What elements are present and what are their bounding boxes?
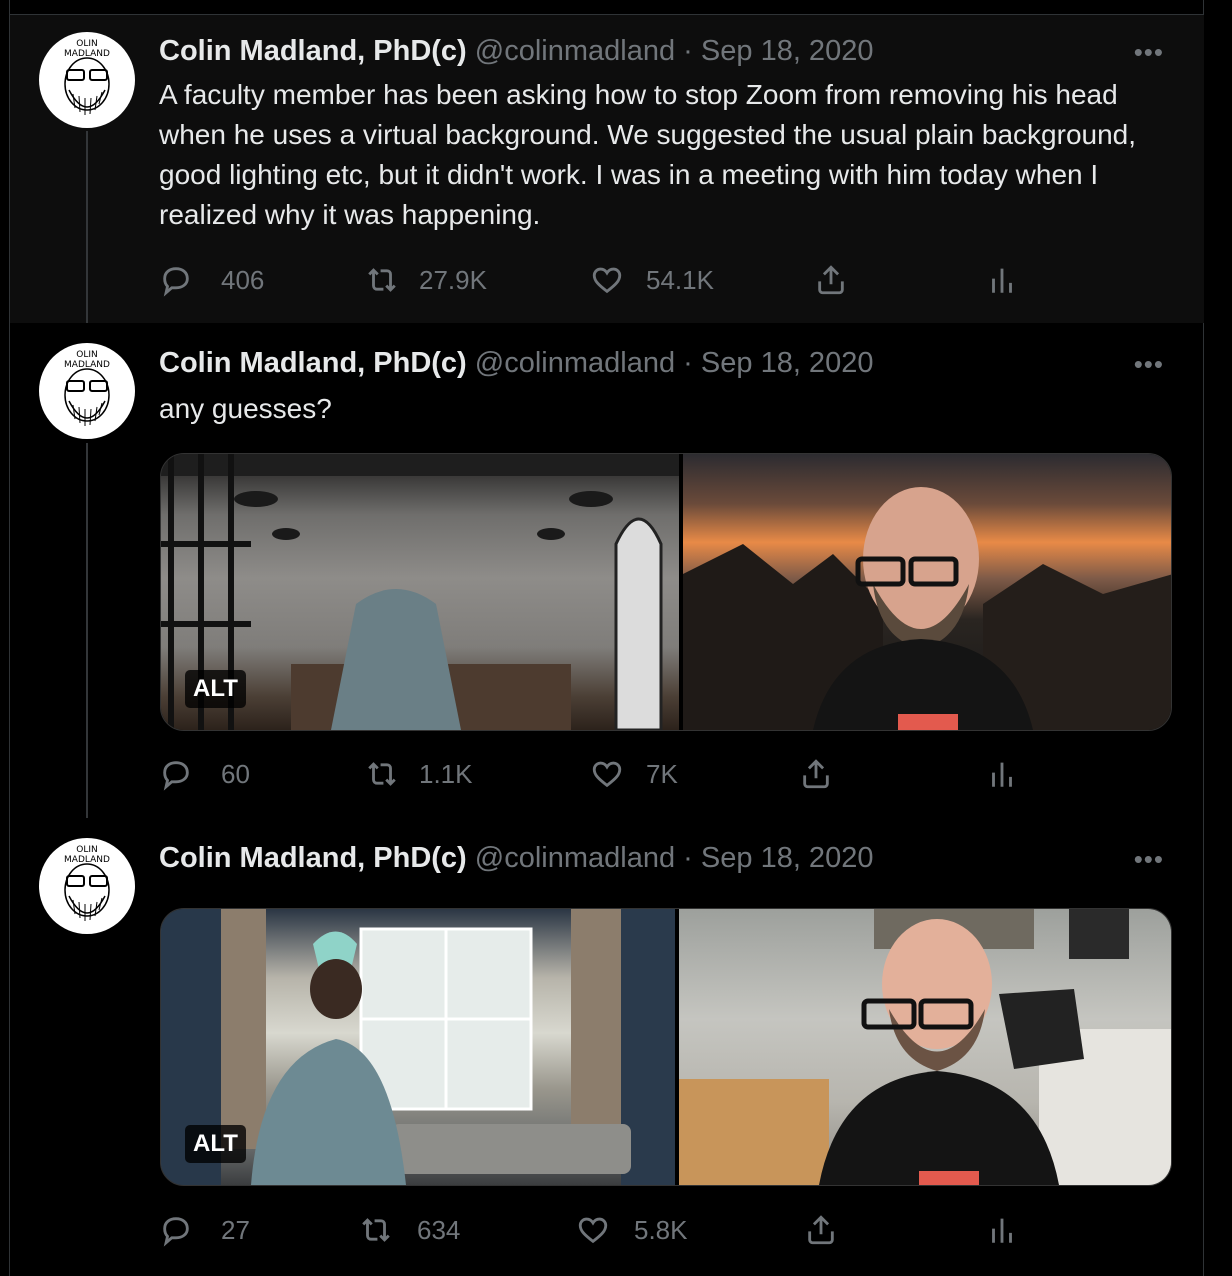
like-button[interactable]: 54.1K (590, 260, 714, 300)
reply-count: 27 (221, 1214, 250, 1245)
tweet-header: Colin Madland, PhD(c) @colinmadland · Se… (159, 842, 873, 875)
zoom-screenshot-colin-room[interactable] (679, 909, 1171, 1185)
zoom-screenshot-faculty[interactable]: ALT (161, 909, 679, 1185)
tweet-text: any guesses? (159, 393, 332, 424)
share-button[interactable] (804, 1210, 838, 1250)
author-handle[interactable]: @colinmadland (475, 35, 675, 67)
analytics-icon (992, 762, 1012, 787)
avatar[interactable]: OLIN MADLAND (39, 32, 135, 128)
more-icon[interactable]: ••• (1134, 844, 1164, 875)
like-icon (592, 267, 622, 294)
svg-text:OLIN: OLIN (76, 350, 98, 360)
avatar[interactable]: OLIN MADLAND (39, 343, 135, 439)
action-bar: 60 1.1K 7K (159, 754, 1059, 794)
thread-line (86, 443, 88, 818)
separator-dot: · (683, 347, 693, 379)
share-icon (818, 265, 844, 295)
like-icon (578, 1217, 608, 1244)
share-icon (808, 1215, 834, 1245)
tweet-date[interactable]: Sep 18, 2020 (701, 347, 874, 379)
analytics-button[interactable] (985, 1210, 1019, 1250)
analytics-button[interactable] (985, 754, 1019, 794)
retweet-icon (368, 268, 396, 292)
zoom-screenshot-colin[interactable] (683, 454, 1171, 730)
person-room-illustration (679, 909, 1171, 1185)
share-button[interactable] (799, 754, 833, 794)
thread-line (86, 131, 88, 323)
avatar-drawing: OLIN MADLAND (64, 845, 110, 921)
avatar[interactable]: OLIN MADLAND (39, 838, 135, 934)
retweet-button[interactable]: 1.1K (365, 754, 473, 794)
svg-text:OLIN: OLIN (76, 39, 98, 49)
tweet-header: Colin Madland, PhD(c) @colinmadland · Se… (159, 347, 873, 380)
analytics-icon (992, 1218, 1012, 1243)
like-count: 54.1K (646, 264, 714, 295)
like-icon (592, 761, 622, 788)
zoom-screenshot-room[interactable]: ALT (161, 454, 683, 730)
like-button[interactable]: 5.8K (576, 1210, 688, 1250)
tweet-3[interactable]: OLIN MADLAND Colin Madland, PhD(c) @coli… (10, 818, 1204, 1276)
person-illustration (683, 487, 1171, 730)
tweet-date[interactable]: Sep 18, 2020 (701, 35, 874, 67)
avatar-drawing: OLIN MADLAND (64, 39, 110, 115)
media-grid[interactable]: ALT (160, 908, 1172, 1186)
svg-text:OLIN: OLIN (76, 845, 98, 855)
tweet-1[interactable]: OLIN MADLAND Colin Madland, PhD(c) @coli… (10, 15, 1204, 323)
retweet-icon (362, 1218, 390, 1242)
retweet-icon (368, 762, 396, 786)
tweet-2[interactable]: OLIN MADLAND Colin Madland, PhD(c) @coli… (10, 323, 1204, 818)
reply-button[interactable]: 406 (159, 260, 264, 300)
share-icon (803, 759, 829, 789)
media-grid[interactable]: ALT (160, 453, 1172, 731)
analytics-button[interactable] (985, 260, 1019, 300)
analytics-icon (992, 268, 1012, 293)
retweet-count: 27.9K (419, 264, 487, 295)
reply-icon (163, 267, 189, 297)
separator-dot: · (683, 842, 693, 874)
retweet-button[interactable]: 27.9K (365, 260, 487, 300)
tweet-header: Colin Madland, PhD(c) @colinmadland · Se… (159, 35, 873, 68)
retweet-count: 634 (417, 1214, 461, 1245)
alt-badge[interactable]: ALT (185, 1125, 246, 1163)
separator-dot: · (683, 35, 693, 67)
reply-icon (163, 761, 189, 791)
more-icon[interactable]: ••• (1134, 37, 1164, 68)
action-bar: 406 27.9K 54.1K (159, 260, 1059, 300)
alt-badge[interactable]: ALT (185, 670, 246, 708)
timeline: OLIN MADLAND Colin Madland, PhD(c) @coli… (0, 0, 1232, 1276)
author-name[interactable]: Colin Madland, PhD(c) (159, 35, 467, 67)
author-name[interactable]: Colin Madland, PhD(c) (159, 842, 467, 874)
reply-button[interactable]: 27 (159, 1210, 250, 1250)
author-name[interactable]: Colin Madland, PhD(c) (159, 347, 467, 379)
reply-count: 406 (221, 264, 265, 295)
reply-icon (163, 1217, 189, 1247)
tweet-text: A faculty member has been asking how to … (159, 79, 1137, 230)
like-count: 7K (646, 758, 678, 789)
author-handle[interactable]: @colinmadland (475, 347, 675, 379)
reply-button[interactable]: 60 (159, 754, 250, 794)
share-button[interactable] (814, 260, 848, 300)
reply-count: 60 (221, 758, 250, 789)
tweet-date[interactable]: Sep 18, 2020 (701, 842, 874, 874)
retweet-button[interactable]: 634 (359, 1210, 460, 1250)
avatar-drawing: OLIN MADLAND (64, 350, 110, 426)
like-count: 5.8K (634, 1214, 688, 1245)
like-button[interactable]: 7K (590, 754, 678, 794)
action-bar: 27 634 5.8K (159, 1210, 1059, 1250)
author-handle[interactable]: @colinmadland (475, 842, 675, 874)
retweet-count: 1.1K (419, 758, 473, 789)
more-icon[interactable]: ••• (1134, 349, 1164, 380)
